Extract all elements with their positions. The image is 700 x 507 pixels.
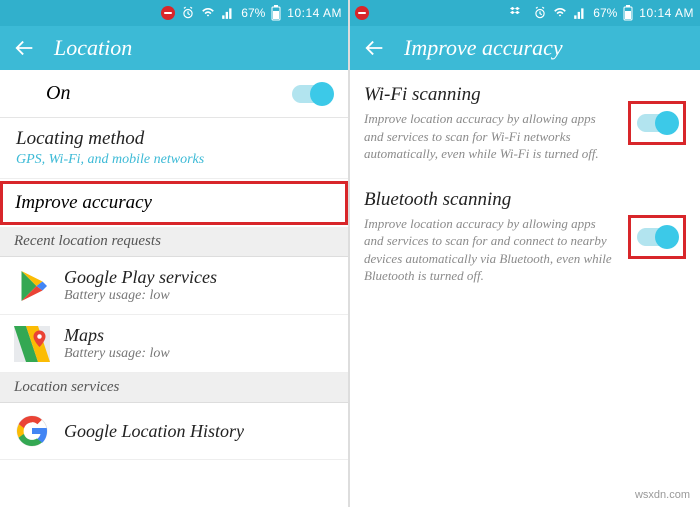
location-master-toggle-row[interactable]: On — [0, 70, 348, 118]
bt-toggle-highlight — [628, 215, 686, 259]
wifi-toggle-highlight — [628, 101, 686, 145]
battery-percent: 67% — [593, 6, 617, 20]
signal-icon — [221, 6, 235, 20]
wifi-scanning-title: Wi-Fi scanning — [364, 84, 618, 106]
app-row-play-services[interactable]: Google Play services Battery usage: low — [0, 257, 348, 315]
location-screen: 67% 10:14 AM Location On Locating method… — [0, 0, 350, 507]
bluetooth-scanning-desc: Improve location accuracy by allowing ap… — [364, 215, 618, 285]
wifi-icon — [553, 6, 567, 20]
play-services-icon — [14, 268, 50, 304]
back-button[interactable] — [14, 37, 36, 59]
bluetooth-scanning-title: Bluetooth scanning — [364, 189, 618, 211]
content-area: Wi-Fi scanning Improve location accuracy… — [350, 70, 700, 507]
app-name: Maps — [64, 325, 170, 346]
google-location-history-row[interactable]: Google Location History — [0, 403, 348, 460]
locating-method-row[interactable]: Locating method GPS, Wi-Fi, and mobile n… — [0, 118, 348, 179]
app-battery: Battery usage: low — [64, 288, 217, 304]
bluetooth-scanning-row[interactable]: Bluetooth scanning Improve location accu… — [350, 175, 700, 297]
battery-icon — [623, 5, 633, 21]
record-icon-2 — [355, 6, 369, 20]
app-row-maps[interactable]: Maps Battery usage: low — [0, 315, 348, 373]
back-button[interactable] — [364, 37, 386, 59]
record-icon — [161, 6, 175, 20]
watermark: wsxdn.com — [635, 489, 690, 501]
battery-icon — [271, 5, 281, 21]
on-label: On — [46, 82, 70, 105]
app-name: Google Play services — [64, 267, 217, 288]
arrow-left-icon — [14, 37, 36, 59]
alarm-icon — [533, 6, 547, 20]
wifi-scanning-toggle[interactable] — [637, 114, 677, 132]
improve-accuracy-label: Improve accuracy — [15, 192, 333, 214]
alarm-icon — [181, 6, 195, 20]
clock-time: 10:14 AM — [639, 6, 694, 20]
maps-icon — [14, 326, 50, 362]
locating-method-title: Locating method — [16, 128, 332, 150]
page-title: Improve accuracy — [404, 35, 563, 61]
google-icon — [14, 413, 50, 449]
improve-accuracy-screen: 67% 10:14 AM Improve accuracy Wi-Fi scan… — [350, 0, 700, 507]
status-bar: 67% 10:14 AM — [0, 0, 348, 26]
improve-accuracy-row[interactable]: Improve accuracy — [0, 181, 348, 225]
dropbox-icon — [510, 6, 524, 20]
app-battery: Battery usage: low — [64, 346, 170, 362]
title-bar: Location — [0, 26, 348, 70]
arrow-left-icon — [364, 37, 386, 59]
glh-label: Google Location History — [64, 421, 244, 442]
wifi-scanning-desc: Improve location accuracy by allowing ap… — [364, 110, 618, 163]
bluetooth-scanning-toggle[interactable] — [637, 228, 677, 246]
title-bar: Improve accuracy — [350, 26, 700, 70]
clock-time: 10:14 AM — [287, 6, 342, 20]
recent-requests-header: Recent location requests — [0, 227, 348, 257]
locating-method-sub: GPS, Wi-Fi, and mobile networks — [16, 152, 332, 168]
signal-icon — [573, 6, 587, 20]
status-bar: 67% 10:14 AM — [350, 0, 700, 26]
content-area: On Locating method GPS, Wi-Fi, and mobil… — [0, 70, 348, 507]
location-services-header: Location services — [0, 373, 348, 403]
wifi-icon — [201, 6, 215, 20]
battery-percent: 67% — [241, 6, 265, 20]
page-title: Location — [54, 35, 132, 61]
location-toggle[interactable] — [292, 85, 332, 103]
wifi-scanning-row[interactable]: Wi-Fi scanning Improve location accuracy… — [350, 70, 700, 175]
